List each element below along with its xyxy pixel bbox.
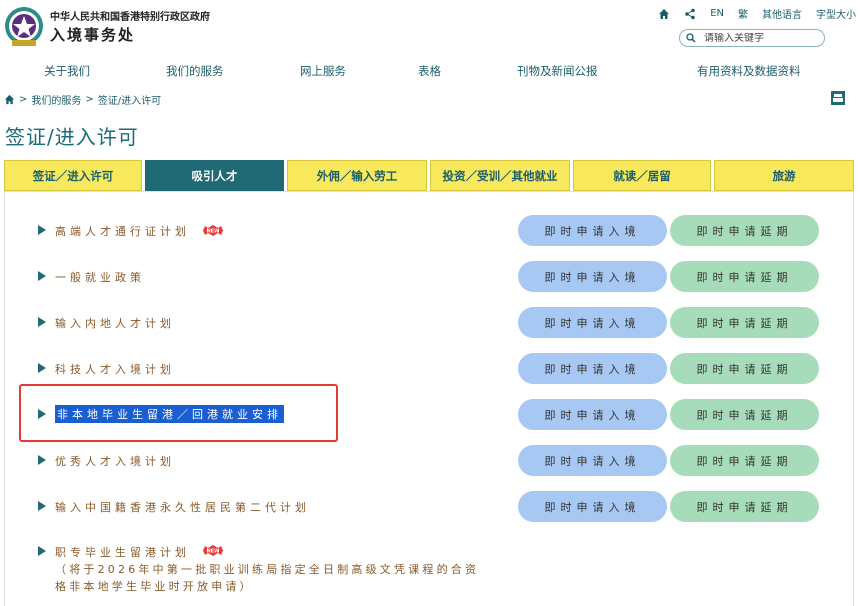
breadcrumb-separator: > xyxy=(19,94,28,105)
top-utility-links: EN 繁 其他语言 字型大小 xyxy=(658,6,856,21)
regional-emblem-logo[interactable] xyxy=(4,4,44,48)
apply-entry-button[interactable]: 即时申请入境 xyxy=(518,399,667,430)
svg-text:NEW: NEW xyxy=(206,549,220,555)
lang-en-link[interactable]: EN xyxy=(710,8,724,19)
bullet-arrow-icon xyxy=(38,363,46,373)
list-item: 输入中国籍香港永久性居民第二代计划 即时申请入境 即时申请延期 xyxy=(0,491,860,523)
bullet-arrow-icon xyxy=(38,546,46,556)
new-badge-icon: NEW xyxy=(203,545,223,556)
nav-forms[interactable]: 表格 xyxy=(418,63,441,79)
apply-extension-button[interactable]: 即时申请延期 xyxy=(670,215,819,246)
highlight-annotation-box xyxy=(19,384,338,442)
tab-domestic-helpers-labour[interactable]: 外佣／输入劳工 xyxy=(287,160,427,191)
item-title-link[interactable]: 输入内地人才计划 xyxy=(55,315,175,331)
apply-entry-button[interactable]: 即时申请入境 xyxy=(518,491,667,522)
nav-useful-info[interactable]: 有用资料及数据资料 xyxy=(697,63,801,79)
item-title-link[interactable]: 科技人才入境计划 xyxy=(55,361,175,377)
new-badge-icon: NEW xyxy=(203,225,223,236)
breadcrumb-our-services[interactable]: 我们的服务 xyxy=(31,92,81,107)
apply-extension-button[interactable]: 即时申请延期 xyxy=(670,353,819,384)
item-title-link[interactable]: 一般就业政策 xyxy=(55,269,145,285)
list-item: 高端人才通行证计划 NEW 即时申请入境 即时申请延期 xyxy=(0,215,860,247)
search-icon[interactable] xyxy=(686,33,696,43)
search-box xyxy=(679,29,825,47)
item-title-link[interactable]: 高端人才通行证计划 xyxy=(55,223,190,239)
home-icon[interactable] xyxy=(4,94,15,105)
item-note-line2: 格非本地学生毕业时开放申请） xyxy=(55,580,254,593)
apply-entry-button[interactable]: 即时申请入境 xyxy=(518,445,667,476)
bullet-arrow-icon xyxy=(38,271,46,281)
apply-extension-button[interactable]: 即时申请延期 xyxy=(670,399,819,430)
bullet-arrow-icon xyxy=(38,501,46,511)
svg-text:NEW: NEW xyxy=(206,229,220,235)
list-item: 输入内地人才计划 即时申请入境 即时申请延期 xyxy=(0,307,860,339)
home-icon[interactable] xyxy=(658,8,670,20)
category-tabs: 签证／进入许可 吸引人才 外佣／输入劳工 投资／受训／其他就业 就读／居留 旅游 xyxy=(4,160,854,192)
apply-entry-button[interactable]: 即时申请入境 xyxy=(518,215,667,246)
lang-traditional-link[interactable]: 繁 xyxy=(738,6,748,21)
department-name-line1: 中华人民共和国香港特别行政区政府 xyxy=(50,12,210,23)
bullet-arrow-icon xyxy=(38,317,46,327)
apply-entry-button[interactable]: 即时申请入境 xyxy=(518,307,667,338)
nav-publications-press[interactable]: 刊物及新闻公报 xyxy=(517,63,598,79)
tab-travel[interactable]: 旅游 xyxy=(714,160,854,191)
item-title-link[interactable]: 优秀人才入境计划 xyxy=(55,453,175,469)
tab-visa-entry[interactable]: 签证／进入许可 xyxy=(4,160,142,191)
main-navigation: 关于我们 我们的服务 网上服务 表格 刊物及新闻公报 有用资料及数据资料 xyxy=(0,56,860,84)
list-item: 优秀人才入境计划 即时申请入境 即时申请延期 xyxy=(0,445,860,477)
apply-extension-button[interactable]: 即时申请延期 xyxy=(670,445,819,476)
tab-attract-talent[interactable]: 吸引人才 xyxy=(145,160,284,191)
apply-entry-button[interactable]: 即时申请入境 xyxy=(518,261,667,292)
breadcrumb-separator: > xyxy=(85,94,94,105)
apply-extension-button[interactable]: 即时申请延期 xyxy=(670,261,819,292)
apply-extension-button[interactable]: 即时申请延期 xyxy=(670,491,819,522)
bullet-arrow-icon xyxy=(38,225,46,235)
site-header: 中华人民共和国香港特别行政区政府 入境事务处 EN 繁 其他语言 字型大小 xyxy=(0,0,860,56)
share-icon[interactable] xyxy=(684,8,696,20)
item-title-link[interactable]: 职专毕业生留港计划 xyxy=(55,544,190,560)
tab-study-residence[interactable]: 就读／居留 xyxy=(573,160,711,191)
breadcrumb: > 我们的服务 > 签证/进入许可 xyxy=(4,92,161,107)
nav-online-services[interactable]: 网上服务 xyxy=(300,63,346,79)
apply-entry-button[interactable]: 即时申请入境 xyxy=(518,353,667,384)
nav-our-services[interactable]: 我们的服务 xyxy=(166,63,224,79)
item-note-line1: （将于2026年中第一批职业训练局指定全日制高级文凭课程的合资 xyxy=(55,563,480,576)
nav-about-us[interactable]: 关于我们 xyxy=(44,63,90,79)
search-input[interactable] xyxy=(704,32,814,44)
tab-investment-training[interactable]: 投资／受训／其他就业 xyxy=(430,160,570,191)
apply-extension-button[interactable]: 即时申请延期 xyxy=(670,307,819,338)
print-icon[interactable] xyxy=(831,91,845,105)
breadcrumb-visa-entry[interactable]: 签证/进入许可 xyxy=(98,92,161,107)
department-name-line2: 入境事务处 xyxy=(50,26,136,44)
page-title: 签证/进入许可 xyxy=(5,125,139,149)
other-languages-link[interactable]: 其他语言 xyxy=(762,6,802,21)
item-title-link[interactable]: 输入中国籍香港永久性居民第二代计划 xyxy=(55,499,310,515)
list-item: 科技人才入境计划 即时申请入境 即时申请延期 xyxy=(0,353,860,385)
font-size-link[interactable]: 字型大小 xyxy=(816,6,856,21)
bullet-arrow-icon xyxy=(38,455,46,465)
list-item: 一般就业政策 即时申请入境 即时申请延期 xyxy=(0,261,860,293)
